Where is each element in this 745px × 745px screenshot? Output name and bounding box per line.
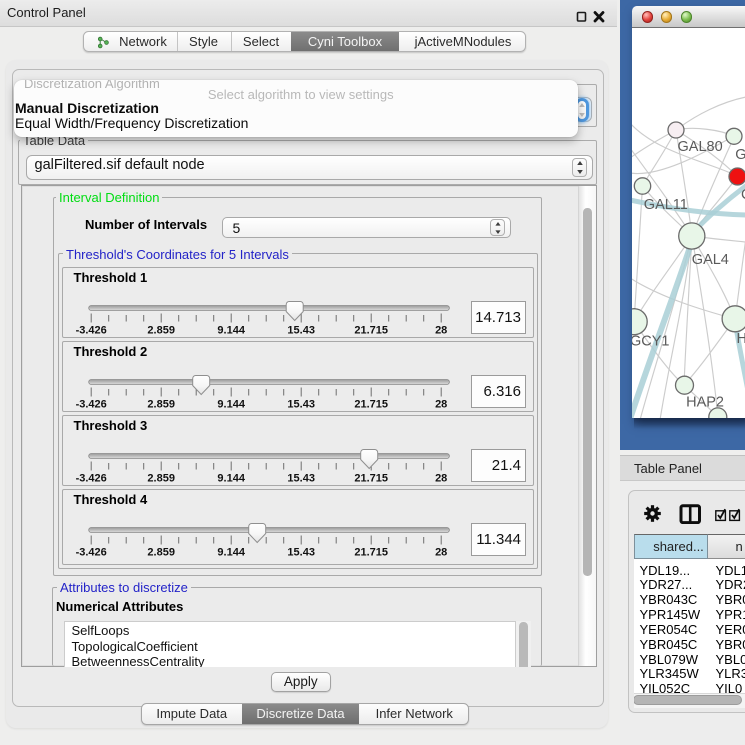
svg-text:9.144: 9.144: [217, 324, 245, 336]
svg-text:28: 28: [435, 546, 447, 558]
svg-text:GCY1: GCY1: [632, 334, 670, 350]
svg-text:GAL11: GAL11: [643, 197, 687, 213]
svg-text:21.715: 21.715: [354, 546, 388, 558]
svg-text:GA: GA: [735, 147, 745, 163]
svg-text:-3.426: -3.426: [75, 472, 106, 484]
svg-text:H: H: [736, 331, 745, 347]
svg-text:9.144: 9.144: [217, 472, 245, 484]
svg-text:15.43: 15.43: [287, 472, 315, 484]
svg-text:21.715: 21.715: [354, 398, 388, 410]
svg-text:28: 28: [435, 324, 447, 336]
svg-text:2.859: 2.859: [147, 398, 175, 410]
svg-text:15.43: 15.43: [287, 398, 315, 410]
svg-text:GAL4: GAL4: [691, 252, 728, 268]
svg-text:-3.426: -3.426: [75, 324, 106, 336]
svg-text:-3.426: -3.426: [75, 398, 106, 410]
svg-text:28: 28: [435, 472, 447, 484]
svg-text:28: 28: [435, 398, 447, 410]
svg-text:2.859: 2.859: [147, 472, 175, 484]
svg-text:15.43: 15.43: [287, 324, 315, 336]
svg-text:9.144: 9.144: [217, 546, 245, 558]
svg-text:21.715: 21.715: [354, 472, 388, 484]
svg-text:2.859: 2.859: [147, 324, 175, 336]
svg-text:C: C: [741, 187, 745, 203]
svg-text:9.144: 9.144: [217, 398, 245, 410]
svg-text:2.859: 2.859: [147, 546, 175, 558]
svg-text:GAL80: GAL80: [677, 139, 722, 155]
svg-text:15.43: 15.43: [287, 546, 315, 558]
svg-text:-3.426: -3.426: [75, 546, 106, 558]
svg-text:21.715: 21.715: [354, 324, 388, 336]
svg-text:HAP2: HAP2: [686, 395, 724, 411]
